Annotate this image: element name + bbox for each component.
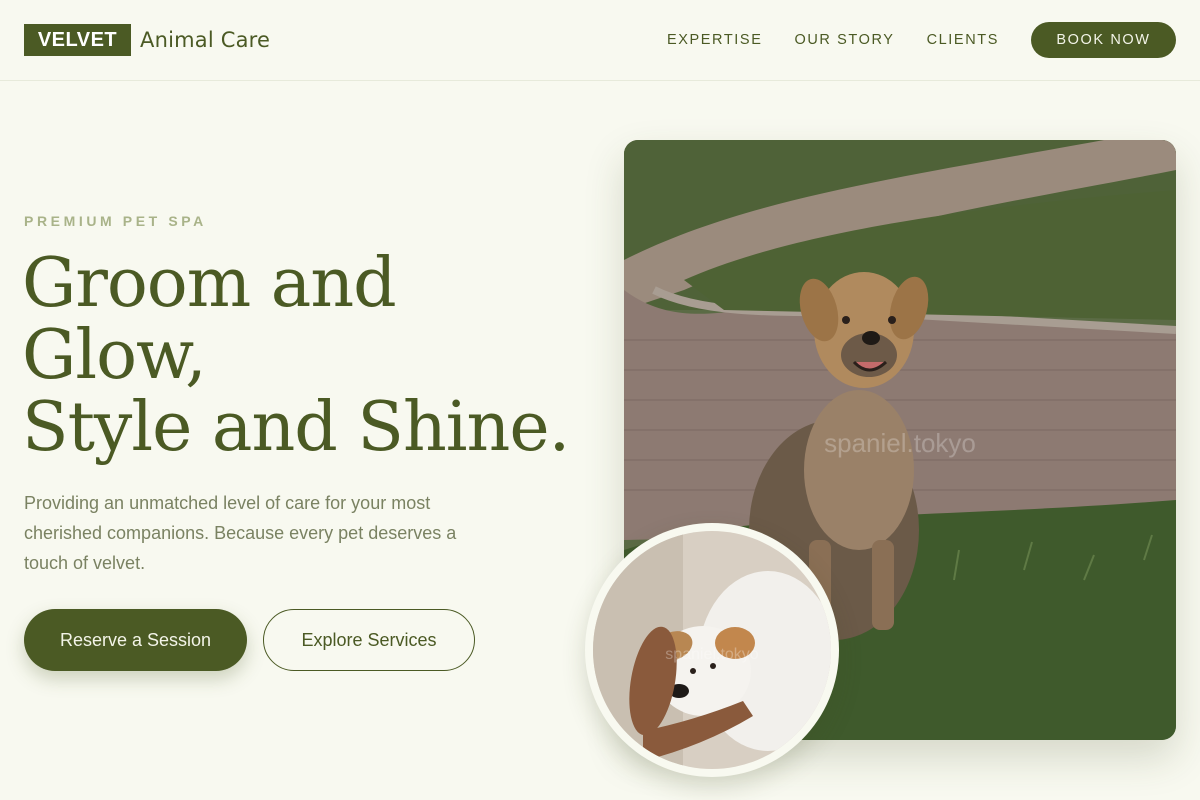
hero-headline: Groom and Glow, Style and Shine. — [22, 244, 570, 467]
site-header: VELVET Animal Care EXPERTISE OUR STORY C… — [0, 0, 1200, 81]
main-photo-watermark: spaniel.tokyo — [824, 428, 976, 458]
hero-eyebrow: PREMIUM PET SPA — [24, 213, 207, 229]
puppy-illustration: spaniel.tokyo — [593, 531, 831, 769]
hero-lead-text: Providing an unmatched level of care for… — [24, 493, 457, 573]
hero-headline-line-2: Glow, — [22, 316, 207, 395]
explore-services-button[interactable]: Explore Services — [263, 609, 475, 671]
nav-link-our-story[interactable]: OUR STORY — [794, 22, 894, 58]
main-nav: EXPERTISE OUR STORY CLIENTS BOOK NOW — [667, 22, 1176, 58]
brand-logo[interactable]: VELVET Animal Care — [24, 24, 270, 56]
inset-photo-frame: spaniel.tokyo — [593, 531, 831, 769]
hero-headline-line-1: Groom and — [22, 244, 397, 323]
inset-puppy-photo: spaniel.tokyo — [585, 523, 839, 777]
inset-photo-watermark: spaniel.tokyo — [665, 646, 758, 663]
brand-logo-box: VELVET — [24, 24, 131, 56]
hero-headline-line-3: Style and Shine. — [22, 388, 570, 467]
reserve-session-button[interactable]: Reserve a Session — [24, 609, 247, 671]
book-now-button[interactable]: BOOK NOW — [1031, 22, 1176, 58]
brand-logo-subtitle: Animal Care — [140, 28, 271, 52]
nav-link-clients[interactable]: CLIENTS — [927, 22, 999, 58]
nav-link-expertise[interactable]: EXPERTISE — [667, 22, 763, 58]
